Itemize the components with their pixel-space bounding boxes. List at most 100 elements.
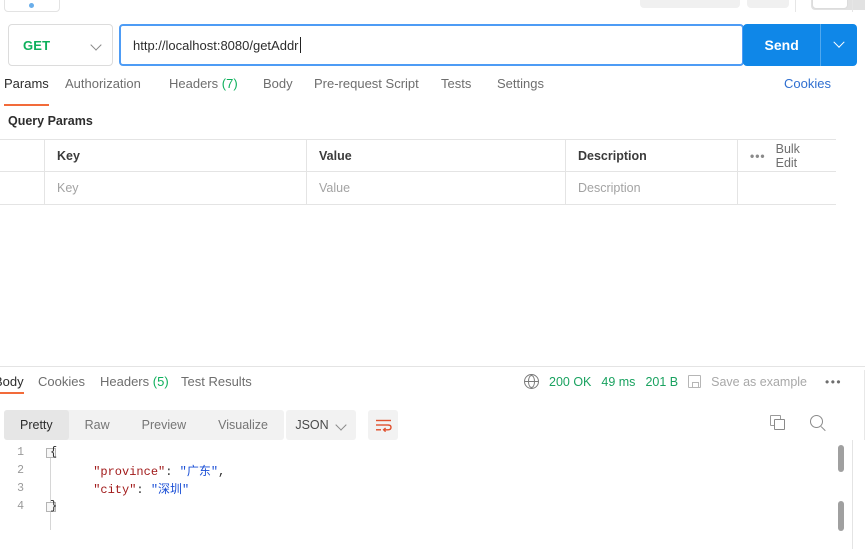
code-text-line-2: "province": "广东", [50,464,226,479]
table-row[interactable]: Key Value Description [0,172,836,204]
globe-icon [524,374,539,389]
param-value-input[interactable]: Value [307,172,566,204]
save-as-example-button[interactable]: Save as example [711,375,807,389]
method-select[interactable]: GET [8,24,113,66]
response-tab-body[interactable]: Body [0,374,24,394]
code-line: 2 "province": "广东", [0,461,865,479]
tab-pre-request-script[interactable]: Pre-request Script [314,76,419,102]
table-header-row: Key Value Description ••• Bulk Edit [0,140,836,172]
code-line: 1 { [0,443,865,461]
json-key-city: "city" [50,482,137,497]
code-line: 3 "city": "深圳" [0,479,865,497]
toolbar-separator-1 [795,0,796,12]
active-response-tab-underline [0,392,24,394]
toolbar-chip-4[interactable] [812,0,848,9]
tab-tests-label: Tests [441,76,472,91]
response-tab-headers[interactable]: Headers (5) [100,374,169,389]
unsaved-dot-icon [29,3,34,8]
line-number: 3 [17,481,24,495]
response-size: 201 B [645,374,679,389]
row-checkbox-cell[interactable] [0,172,45,204]
tab-pre-request-script-label: Pre-request Script [314,76,419,91]
scrollbar-thumb-lower[interactable] [838,501,844,531]
select-all-cell[interactable] [0,140,45,171]
response-scrollbar[interactable] [838,443,844,549]
more-options-icon[interactable]: ••• [750,149,766,163]
tab-params-label: Params [4,76,49,91]
chevron-down-icon [92,40,102,50]
response-tab-test-results[interactable]: Test Results [181,374,252,389]
chevron-down-icon [337,420,347,430]
url-input[interactable]: http://localhost:8080/getAddr [119,24,744,66]
tab-authorization[interactable]: Authorization [65,76,141,102]
bulk-edit-button[interactable]: Bulk Edit [776,142,824,170]
json-key-province: "province" [50,464,166,479]
response-tab-test-results-label: Test Results [181,374,252,389]
tab-tests[interactable]: Tests [441,76,471,102]
response-tab-cookies[interactable]: Cookies [38,374,85,389]
response-format-segments: Pretty Raw Preview Visualize [4,410,284,440]
wrap-text-button[interactable] [368,410,398,440]
tab-settings[interactable]: Settings [497,76,544,102]
toolbar-separator-2 [852,0,853,12]
response-tab-body-label: Body [0,374,24,389]
response-more-options-icon[interactable]: ••• [825,375,842,389]
copy-icon-front [774,419,785,430]
request-tabs: Params Authorization Headers (7) Body Pr… [0,76,865,106]
cookies-link[interactable]: Cookies [784,76,831,91]
code-line: 4 } [0,497,865,515]
tab-body[interactable]: Body [263,76,293,102]
toolbar-chip-1[interactable] [640,0,740,8]
tab-settings-label: Settings [497,76,544,91]
segment-pretty[interactable]: Pretty [4,410,69,440]
response-pane-divider[interactable] [0,366,865,367]
url-text: http://localhost:8080/getAddr [133,37,299,53]
param-description-input[interactable]: Description [566,172,738,204]
request-url-bar: GET http://localhost:8080/getAddr Send [8,24,857,66]
window-chrome-strip [0,0,865,16]
query-params-title: Query Params [8,114,93,128]
tab-authorization-label: Authorization [65,76,141,91]
tab-headers[interactable]: Headers (7) [169,76,238,102]
response-pane-edge [852,440,853,549]
segment-raw[interactable]: Raw [69,410,126,440]
response-status-group: 200 OK 49 ms 201 B Save as example ••• [524,374,842,389]
tab-params[interactable]: Params [4,76,49,106]
response-tab-headers-label: Headers [100,374,150,389]
tab-body-label: Body [263,76,293,91]
line-number: 1 [17,445,24,459]
status-code: 200 OK [549,374,592,389]
send-button[interactable]: Send [743,24,857,66]
column-header-description: Description [566,140,738,171]
send-button-label: Send [764,37,799,53]
active-tab-underline [4,104,49,106]
row-tools-cell [738,172,836,204]
json-value-city: "深圳" [150,482,190,497]
column-header-key: Key [45,140,307,171]
response-body-code[interactable]: 1 { 2 "province": "广东", 3 "city": "深圳" 4… [0,443,865,549]
tab-headers-label: Headers [169,76,219,91]
response-view-toolbar: Pretty Raw Preview Visualize JSON [0,410,865,440]
code-text-line-3: "city": "深圳" [50,482,190,497]
column-header-value: Value [307,140,566,171]
scrollbar-thumb-upper[interactable] [838,445,844,472]
json-value-province: "广东" [179,464,219,479]
search-icon-handle [820,426,826,432]
code-text-line-1: { [50,445,58,459]
tab-chip[interactable] [4,0,60,12]
method-label: GET [23,37,51,53]
send-options-chevron-down-icon[interactable] [821,24,857,66]
tab-headers-count: (7) [221,76,238,91]
toolbar-chip-2[interactable] [747,0,789,8]
response-format-select[interactable]: JSON [286,410,356,440]
response-time: 49 ms [601,374,636,389]
save-icon [688,375,702,388]
param-key-input[interactable]: Key [45,172,307,204]
segment-visualize[interactable]: Visualize [202,410,284,440]
search-button[interactable] [810,415,830,435]
line-number: 4 [17,499,24,513]
text-caret [299,37,301,53]
copy-button[interactable] [770,415,790,435]
response-tab-cookies-label: Cookies [38,374,85,389]
segment-preview[interactable]: Preview [126,410,202,440]
